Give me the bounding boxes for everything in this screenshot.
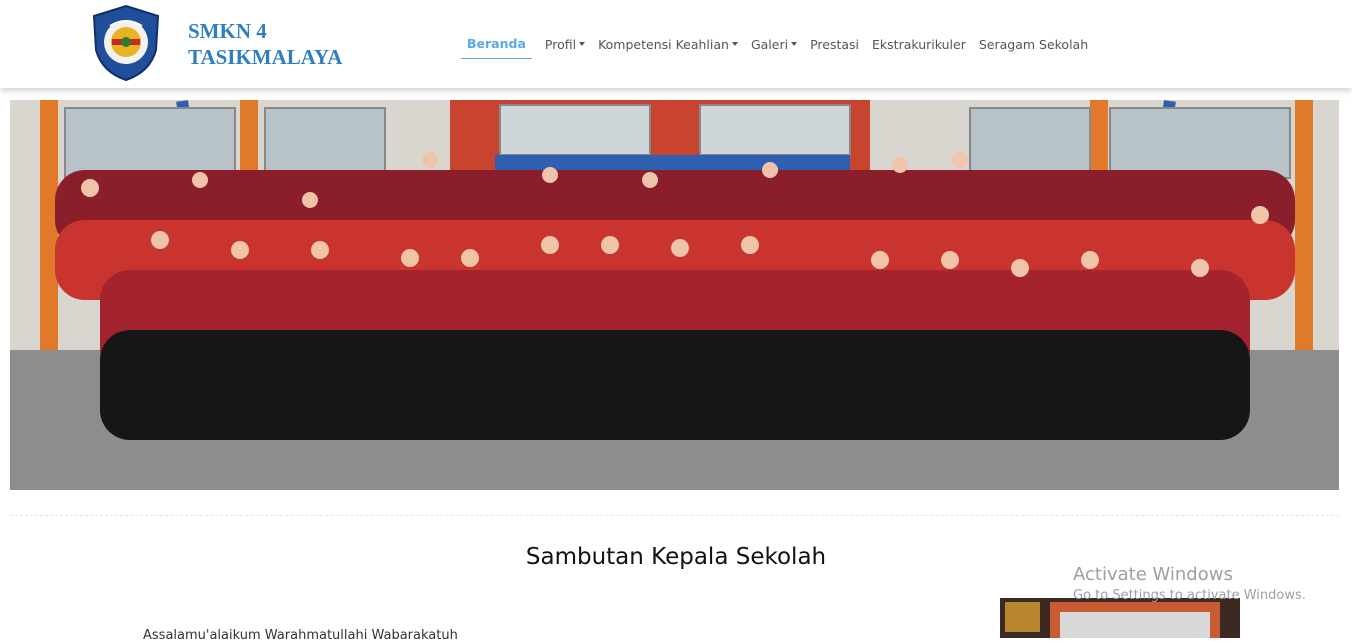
nav-item-seragam-sekolah[interactable]: Seragam Sekolah — [979, 29, 1088, 59]
school-logo-icon[interactable] — [90, 4, 162, 82]
top-navbar: SMKN 4 TASIKMALAYA Beranda Profil Kompet… — [0, 0, 1352, 88]
nav-label: Prestasi — [810, 36, 860, 52]
nav-label: Seragam Sekolah — [978, 36, 1089, 52]
nav-item-kompetensi-keahlian[interactable]: Kompetensi Keahlian — [598, 29, 738, 59]
school-name[interactable]: SMKN 4 TASIKMALAYA — [188, 18, 342, 70]
nav-label: Kompetensi Keahlian — [598, 36, 729, 52]
principal-photo — [1000, 598, 1240, 638]
school-name-line1: SMKN 4 — [188, 19, 267, 43]
school-name-line2: TASIKMALAYA — [188, 45, 343, 69]
nav-item-ekstrakurikuler[interactable]: Ekstrakurikuler — [872, 29, 966, 59]
caret-down-icon — [791, 42, 798, 46]
nav-item-galeri[interactable]: Galeri — [750, 29, 798, 59]
caret-down-icon — [731, 42, 738, 46]
caret-down-icon — [579, 42, 586, 46]
main-nav: Beranda Profil Kompetensi Keahlian Galer… — [461, 29, 1101, 59]
nav-item-beranda[interactable]: Beranda — [461, 29, 532, 59]
activate-windows-subtitle: Go to Settings to activate Windows. — [1073, 588, 1306, 603]
nav-label: Profil — [544, 36, 577, 52]
nav-item-profil[interactable]: Profil — [544, 29, 586, 59]
nav-label: Ekstrakurikuler — [872, 36, 966, 52]
section-divider — [10, 515, 1339, 516]
nav-item-prestasi[interactable]: Prestasi — [810, 29, 859, 59]
nav-label: Galeri — [750, 36, 789, 52]
welcome-intro-text: Assalamu'alaikum Warahmatullahi Wabaraka… — [143, 628, 458, 643]
hero-group-photo — [10, 100, 1339, 490]
activate-windows-title: Activate Windows — [1073, 564, 1233, 585]
nav-label: Beranda — [467, 36, 526, 51]
